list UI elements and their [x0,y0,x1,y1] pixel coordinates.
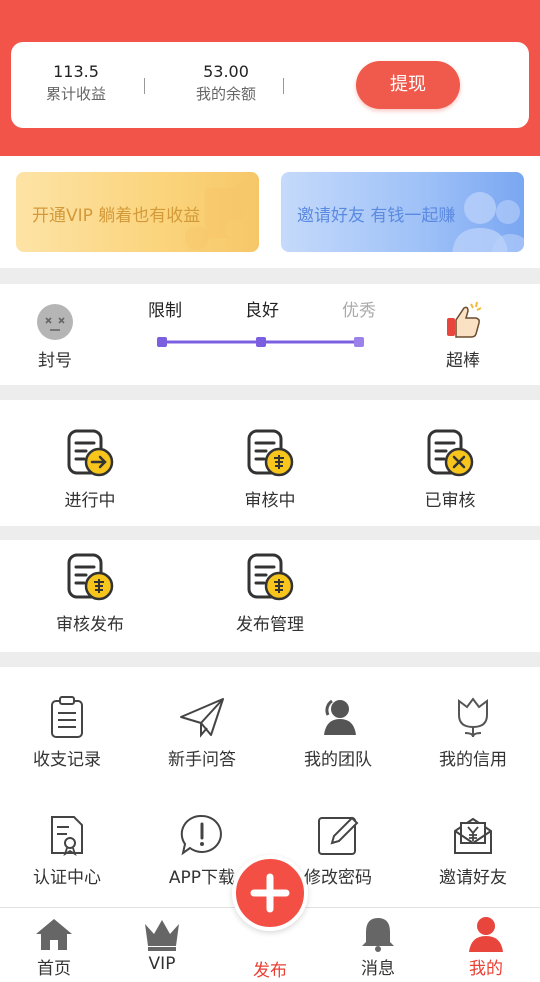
divider [144,78,145,94]
vip-banner[interactable]: 开通VIP 躺着也有收益 [16,172,259,252]
tab-home-label: 首页 [37,959,71,979]
level-node-current [256,337,266,347]
balance[interactable]: 53.00 我的余额 [171,62,281,104]
income-records[interactable]: 收支记录 [7,695,127,770]
level-node [157,337,167,347]
vip-banner-text: 开通VIP 躺着也有收益 [32,206,201,226]
publish-button[interactable] [232,855,308,931]
edit-icon [318,816,359,855]
total-income[interactable]: 113.5 累计收益 [31,62,121,104]
invite-banner-text: 邀请好友 有钱一起赚 [297,206,456,226]
task-in-progress-label: 进行中 [64,491,116,511]
banned-status: 封号 [30,302,80,371]
level-restricted: 限制 [148,301,182,321]
tab-mine-label: 我的 [469,959,503,979]
task-reviewed-label: 已审核 [424,491,476,511]
publish-section: 审核发布 发布管理 [0,540,540,652]
earnings-card: 113.5 累计收益 53.00 我的余额 提现 [11,42,529,128]
total-income-label: 累计收益 [45,85,106,103]
review-publish[interactable]: 审核发布 [30,552,150,635]
divider [283,78,284,94]
beginner-faq-label: 新手问答 [168,750,236,770]
review-doc-icon [247,553,294,601]
info-bubble-icon [180,814,222,856]
reject-doc-icon [427,429,474,477]
team-icon [324,699,356,735]
tab-messages[interactable]: 消息 [338,916,418,979]
excellent-status: 超棒 [438,298,488,371]
bell-icon [362,918,394,952]
level-good: 良好 [245,301,279,321]
my-team-label: 我的团队 [304,750,372,770]
promo-banners: 开通VIP 躺着也有收益 邀请好友 有钱一起赚 [0,156,540,268]
invite-banner[interactable]: 邀请好友 有钱一起赚 [281,172,524,252]
review-doc-icon [247,429,294,477]
publish-management-label: 发布管理 [236,615,304,635]
verification-center[interactable]: 认证中心 [7,813,127,888]
tab-vip-label: VIP [148,954,176,974]
home-icon [36,919,72,950]
income-records-label: 收支记录 [33,750,101,770]
user-icon [469,917,503,952]
beginner-faq[interactable]: 新手问答 [142,695,262,770]
level-node [354,337,364,347]
my-team[interactable]: 我的团队 [278,695,398,770]
task-in-progress[interactable]: 进行中 [30,428,150,511]
certificate-icon [51,816,83,857]
balance-label: 我的余额 [195,85,256,103]
people-decoration-icon [452,192,524,252]
tab-publish-label: 发布 [253,961,287,981]
total-income-value: 113.5 [53,62,99,81]
task-reviewed[interactable]: 已审核 [390,428,510,511]
review-publish-label: 审核发布 [56,615,124,635]
clipboard-icon [51,696,83,738]
task-under-review-label: 审核中 [244,491,296,511]
thumbs-up-icon [447,301,482,338]
arrow-doc-icon [67,429,114,477]
tulip-icon [458,697,488,738]
review-doc-icon [67,553,114,601]
crown-icon [145,920,179,951]
banned-label: 封号 [38,351,72,371]
publish-management[interactable]: 发布管理 [210,552,330,635]
invite-friends[interactable]: 邀请好友 [413,813,533,888]
withdraw-button[interactable]: 提现 [356,61,460,109]
tab-messages-label: 消息 [361,959,395,979]
tab-home[interactable]: 首页 [14,916,94,979]
credit-level-track [157,337,364,347]
paper-plane-icon [180,698,224,738]
tab-mine[interactable]: 我的 [446,916,526,979]
tab-vip[interactable]: VIP [122,916,202,974]
plus-icon [250,873,290,913]
level-excellent: 优秀 [342,301,376,321]
dizzy-face-icon [37,304,73,340]
excellent-label: 超棒 [446,351,480,371]
my-credit[interactable]: 我的信用 [413,695,533,770]
task-status-section: 进行中 审核中 已审核 [0,400,540,526]
invite-friends-label: 邀请好友 [439,868,507,888]
yen-envelope-icon [454,817,492,854]
my-credit-label: 我的信用 [439,750,507,770]
balance-value: 53.00 [203,62,249,81]
verification-center-label: 认证中心 [33,868,101,888]
task-under-review[interactable]: 审核中 [210,428,330,511]
credit-level-panel: 封号 限制 良好 优秀 超棒 [0,284,540,385]
